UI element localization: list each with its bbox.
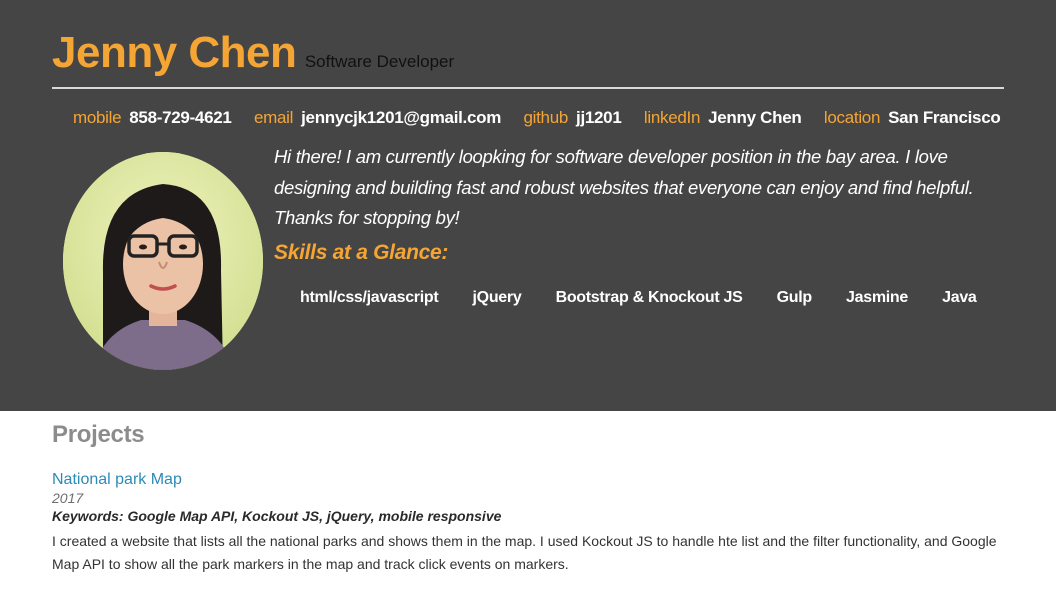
intro-text: Hi there! I am currently loopking for so…	[274, 146, 974, 228]
contact-value[interactable]: jennycjk1201@gmail.com	[301, 108, 501, 127]
skill-item: Jasmine	[846, 289, 908, 306]
contact-label: linkedIn	[643, 108, 701, 127]
contact-label: mobile	[73, 108, 122, 127]
skill-item: jQuery	[472, 289, 522, 306]
name-line: Jenny Chen Software Developer	[52, 28, 454, 78]
project-item: National park Map 2017 Keywords: Google …	[52, 471, 1012, 576]
contact-value: San Francisco	[888, 108, 1001, 127]
skill-item: Java	[942, 289, 977, 306]
projects-section: Projects National park Map 2017 Keywords…	[52, 421, 1012, 576]
skill-item: Bootstrap & Knockout JS	[555, 289, 743, 306]
skills-list: html/css/javascript jQuery Bootstrap & K…	[300, 289, 977, 307]
projects-title: Projects	[52, 421, 145, 448]
project-description: I created a website that lists all the n…	[52, 533, 997, 572]
skill-item: Gulp	[776, 289, 813, 306]
header-divider	[52, 87, 1004, 89]
contact-bar: mobile 858-729-4621 email jennycjk1201@gma…	[73, 108, 1001, 128]
profile-photo-icon	[63, 152, 263, 370]
contact-linkedin: linkedIn Jenny Chen	[644, 108, 802, 128]
contact-mobile: mobile 858-729-4621	[73, 108, 232, 128]
skill-item: html/css/javascript	[300, 289, 439, 306]
avatar	[63, 152, 263, 370]
skills-title: Skills at a Glance:	[274, 241, 449, 264]
profile-name: Jenny Chen	[52, 28, 297, 77]
contact-location: location San Francisco	[824, 108, 1001, 128]
contact-github: github jj1201	[523, 108, 621, 128]
contact-value[interactable]: Jenny Chen	[708, 108, 802, 127]
contact-value[interactable]: jj1201	[576, 108, 622, 127]
contact-email: email jennycjk1201@gmail.com	[254, 108, 501, 128]
project-year: 2017	[52, 490, 84, 506]
profile-header: Jenny Chen Software Developer mobile 858-…	[0, 0, 1056, 411]
contact-label: location	[823, 108, 881, 127]
contact-label: github	[523, 108, 569, 127]
project-keywords: Keywords: Google Map API, Kockout JS, jQ…	[52, 508, 502, 524]
contact-value[interactable]: 858-729-4621	[129, 108, 232, 127]
project-link[interactable]: National park Map	[52, 471, 1012, 489]
contact-label: email	[254, 108, 294, 127]
profile-role: Software Developer	[304, 52, 455, 71]
